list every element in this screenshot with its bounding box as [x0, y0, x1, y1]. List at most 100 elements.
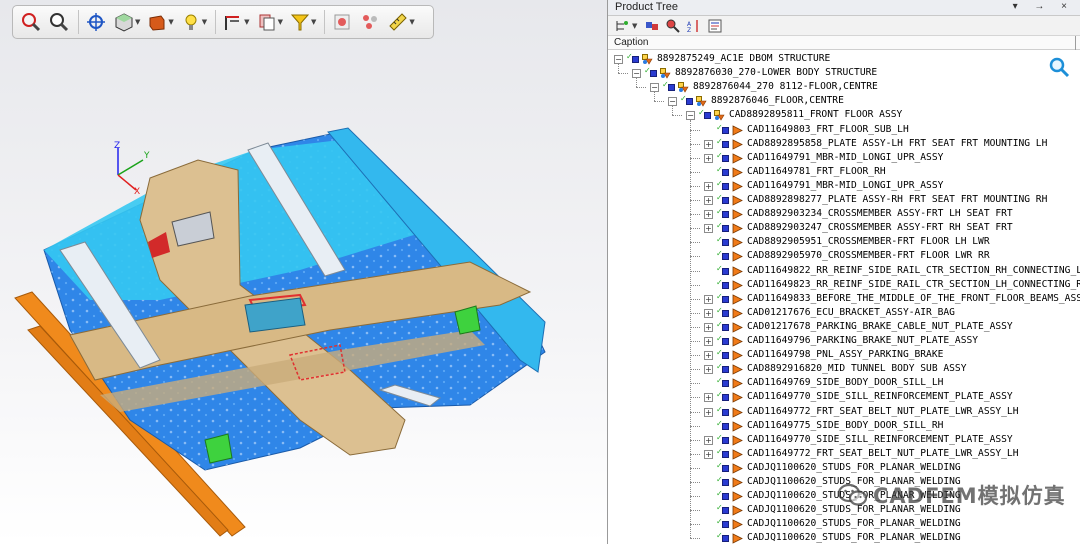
tree-node-label[interactable]: CAD8892905951_CROSSMEMBER-FRT FLOOR LH L…	[747, 235, 990, 249]
section-icon[interactable]	[222, 11, 244, 33]
collapse-node-icon[interactable]: −	[614, 55, 623, 64]
tree-node-label[interactable]: CAD11649791_MBR-MID_LONGI_UPR_ASSY	[747, 179, 943, 193]
tree-row[interactable]: ✓CADJQ1100620_STUDS_FOR_PLANAR_WELDING	[608, 517, 1078, 531]
tree-row[interactable]: − ✓ 8892875249_AC1E DBOM STRUCTURE	[608, 52, 1078, 66]
tree-row[interactable]: ✓CADJQ1100620_STUDS_FOR_PLANAR_WELDING	[608, 531, 1078, 544]
hide-icon[interactable]	[331, 11, 353, 33]
caption-column-header[interactable]: Caption	[608, 36, 1080, 50]
expand-node-icon[interactable]: +	[704, 365, 713, 375]
tree-node-label[interactable]: CAD11649772_FRT_SEAT_BELT_NUT_PLATE_LWR_…	[747, 447, 1018, 461]
display-mode-icon[interactable]	[256, 11, 278, 33]
expand-node-icon[interactable]: +	[704, 407, 713, 417]
3d-viewport[interactable]: Z Y X ▼ ▼ ▼ ▼ ▼ ▼ ▼	[0, 0, 607, 544]
tree-node-label[interactable]: CADJQ1100620_STUDS_FOR_PLANAR_WELDING	[747, 531, 961, 544]
tree-row[interactable]: ✓ CAD8892905951_CROSSMEMBER-FRT FLOOR LH …	[608, 235, 1078, 249]
expand-icon[interactable]	[643, 18, 660, 34]
expand-node-icon[interactable]: +	[704, 449, 713, 459]
properties-icon[interactable]	[706, 18, 723, 34]
tree-node-label[interactable]: CAD11649791_MBR-MID_LONGI_UPR_ASSY	[747, 151, 943, 165]
collapse-node-icon[interactable]: −	[632, 69, 641, 79]
tree-options-icon[interactable]	[613, 18, 630, 34]
tree-node-label[interactable]: CAD01217676_ECU_BRACKET_ASSY-AIR_BAG	[747, 306, 955, 320]
tree-node-label[interactable]: CAD11649798_PNL_ASSY_PARKING_BRAKE	[747, 348, 943, 362]
tree-row[interactable]: + ✓ CAD11649791_MBR-MID_LONGI_UPR_ASSY	[608, 151, 1078, 165]
tree-row[interactable]: + ✓ CAD11649770_SIDE_SILL_REINFORCEMENT_PL…	[608, 433, 1078, 447]
tree-node-label[interactable]: CAD11649833_BEFORE_THE_MIDDLE_OF_THE_FRO…	[747, 292, 1080, 306]
tree-row[interactable]: + ✓ CAD8892903247_CROSSMEMBER ASSY-FRT RH …	[608, 221, 1078, 235]
tree-node-label[interactable]: CAD8892905970_CROSSMEMBER-FRT FLOOR LWR …	[747, 249, 990, 263]
tree-row[interactable]: + ✓ CAD8892903234_CROSSMEMBER ASSY-FRT LH …	[608, 207, 1078, 221]
tree-row[interactable]: + ✓ CAD8892898277_PLATE ASSY-RH FRT SEAT F…	[608, 193, 1078, 207]
tree-row[interactable]: ✓ CAD11649823_RR_REINF_SIDE_RAIL_CTR_SECT…	[608, 278, 1080, 292]
chevron-down-icon[interactable]: ▼	[278, 18, 283, 26]
tree-row[interactable]: + ✓ CAD01217676_ECU_BRACKET_ASSY-AIR_BAG	[608, 306, 1078, 320]
expand-node-icon[interactable]: +	[704, 294, 713, 304]
chevron-down-icon[interactable]: ▼	[311, 18, 316, 26]
tree-row[interactable]: − ✓ 8892876046_FLOOR,CENTRE	[608, 94, 1078, 108]
expand-node-icon[interactable]: +	[704, 153, 713, 163]
tree-row[interactable]: + ✓ CAD11649796_PARKING_BRAKE_NUT_PLATE_AS…	[608, 334, 1078, 348]
tree-row[interactable]: ✓ CAD11649781_FRT_FLOOR_RH	[608, 165, 1078, 179]
tree-node-label[interactable]: CADJQ1100620_STUDS_FOR_PLANAR_WELDING	[747, 461, 961, 475]
tree-row[interactable]: + ✓ CAD8892916820_MID TUNNEL BODY SUB ASSY	[608, 362, 1078, 376]
tree-node-label[interactable]: CAD11649770_SIDE_SILL_REINFORCEMENT_PLAT…	[747, 433, 1013, 447]
search-icon[interactable]	[1048, 56, 1070, 78]
filter-icon[interactable]	[289, 11, 311, 33]
tree-row[interactable]: ✓CADJQ1100620_STUDS_FOR_PLANAR_WELDING	[608, 461, 1078, 475]
expand-node-icon[interactable]: +	[704, 196, 713, 205]
tree-node-label[interactable]: 8892876046_FLOOR,CENTRE	[711, 94, 844, 108]
tree-node-label[interactable]: CAD11649823_RR_REINF_SIDE_RAIL_CTR_SECTI…	[747, 278, 1080, 292]
expand-node-icon[interactable]: +	[704, 337, 713, 346]
collapse-node-icon[interactable]: −	[668, 97, 677, 107]
tree-row[interactable]: + ✓ CAD11649798_PNL_ASSY_PARKING_BRAKE	[608, 348, 1078, 362]
tree-row[interactable]: ✓ CAD11649822_RR_REINF_SIDE_RAIL_CTR_SECT…	[608, 264, 1080, 278]
tree-node-label[interactable]: CAD11649772_FRT_SEAT_BELT_NUT_PLATE_LWR_…	[747, 405, 1018, 419]
zoom-area-icon[interactable]	[48, 11, 70, 33]
tree-node-label[interactable]: CAD8892895858_PLATE ASSY-LH FRT SEAT FRT…	[747, 137, 1047, 151]
tree-row[interactable]: + ✓ CAD11649833_BEFORE_THE_MIDDLE_OF_THE_F…	[608, 292, 1080, 306]
chevron-down-icon[interactable]: ▼	[409, 18, 414, 26]
tree-node-label[interactable]: 8892875249_AC1E DBOM STRUCTURE	[657, 52, 830, 66]
product-tree[interactable]: − ✓ 8892875249_AC1E DBOM STRUCTURE − ✓ 889287…	[608, 52, 1080, 544]
collapse-node-icon[interactable]: −	[650, 83, 659, 93]
tree-row[interactable]: ✓ CAD8892905970_CROSSMEMBER-FRT FLOOR LWR…	[608, 249, 1078, 263]
tree-node-label[interactable]: CAD8892916820_MID TUNNEL BODY SUB ASSY	[747, 362, 967, 376]
expand-node-icon[interactable]: +	[704, 210, 713, 220]
tree-row[interactable]: ✓ CAD11649803_FRT_FLOOR_SUB_LH	[608, 123, 1078, 137]
tree-node-label[interactable]: 8892876030_270-LOWER BODY STRUCTURE	[675, 66, 877, 80]
expand-node-icon[interactable]: +	[704, 393, 713, 403]
tree-node-label[interactable]: CAD11649770_SIDE_SILL_REINFORCEMENT_PLAT…	[747, 390, 1013, 404]
tree-node-label[interactable]: CAD11649822_RR_REINF_SIDE_RAIL_CTR_SECTI…	[747, 264, 1080, 278]
tree-node-label[interactable]: CAD8892903247_CROSSMEMBER ASSY-FRT RH SE…	[747, 221, 1013, 235]
tree-row[interactable]: ✓ CAD11649775_SIDE_BODY_DOOR_SILL_RH	[608, 419, 1078, 433]
tree-row[interactable]: + ✓ CAD11649772_FRT_SEAT_BELT_NUT_PLATE_LW…	[608, 447, 1078, 461]
chevron-down-icon[interactable]: ▼	[244, 18, 249, 26]
chevron-down-icon[interactable]: ▼	[135, 18, 140, 26]
shading-icon[interactable]	[146, 11, 168, 33]
expand-node-icon[interactable]: +	[704, 224, 713, 234]
expand-node-icon[interactable]: +	[704, 181, 713, 191]
tree-node-label[interactable]: 8892876044_270 8112-FLOOR,CENTRE	[693, 80, 878, 94]
tree-row[interactable]: + ✓ CAD11649791_MBR-MID_LONGI_UPR_ASSY	[608, 179, 1078, 193]
explode-icon[interactable]	[359, 11, 381, 33]
panel-window-controls[interactable]: ▾ → ×	[1013, 1, 1074, 12]
tree-row[interactable]: + ✓ CAD8892895858_PLATE ASSY-LH FRT SEAT F…	[608, 137, 1078, 151]
column-divider[interactable]	[1075, 36, 1076, 50]
tree-node-label[interactable]: CAD8892895811_FRONT FLOOR ASSY	[729, 108, 902, 122]
zoom-icon[interactable]	[20, 11, 42, 33]
view-cube-icon[interactable]	[113, 11, 135, 33]
collapse-node-icon[interactable]: −	[686, 111, 695, 121]
fit-all-icon[interactable]	[85, 11, 107, 33]
sort-icon[interactable]: AZ	[685, 18, 702, 34]
chevron-down-icon[interactable]: ▼	[632, 22, 637, 30]
tree-node-label[interactable]: CADJQ1100620_STUDS_FOR_PLANAR_WELDING	[747, 517, 961, 531]
expand-node-icon[interactable]: +	[704, 308, 713, 318]
expand-node-icon[interactable]: +	[704, 435, 713, 445]
tree-node-label[interactable]: CAD11649781_FRT_FLOOR_RH	[747, 165, 886, 179]
tree-node-label[interactable]: CAD8892898277_PLATE ASSY-RH FRT SEAT FRT…	[747, 193, 1047, 207]
expand-node-icon[interactable]: +	[704, 351, 713, 361]
expand-node-icon[interactable]: +	[704, 322, 713, 332]
tree-row[interactable]: ✓ CAD11649769_SIDE_BODY_DOOR_SILL_LH	[608, 376, 1078, 390]
tree-node-label[interactable]: CAD11649803_FRT_FLOOR_SUB_LH	[747, 123, 909, 137]
expand-node-icon[interactable]: +	[704, 139, 713, 149]
